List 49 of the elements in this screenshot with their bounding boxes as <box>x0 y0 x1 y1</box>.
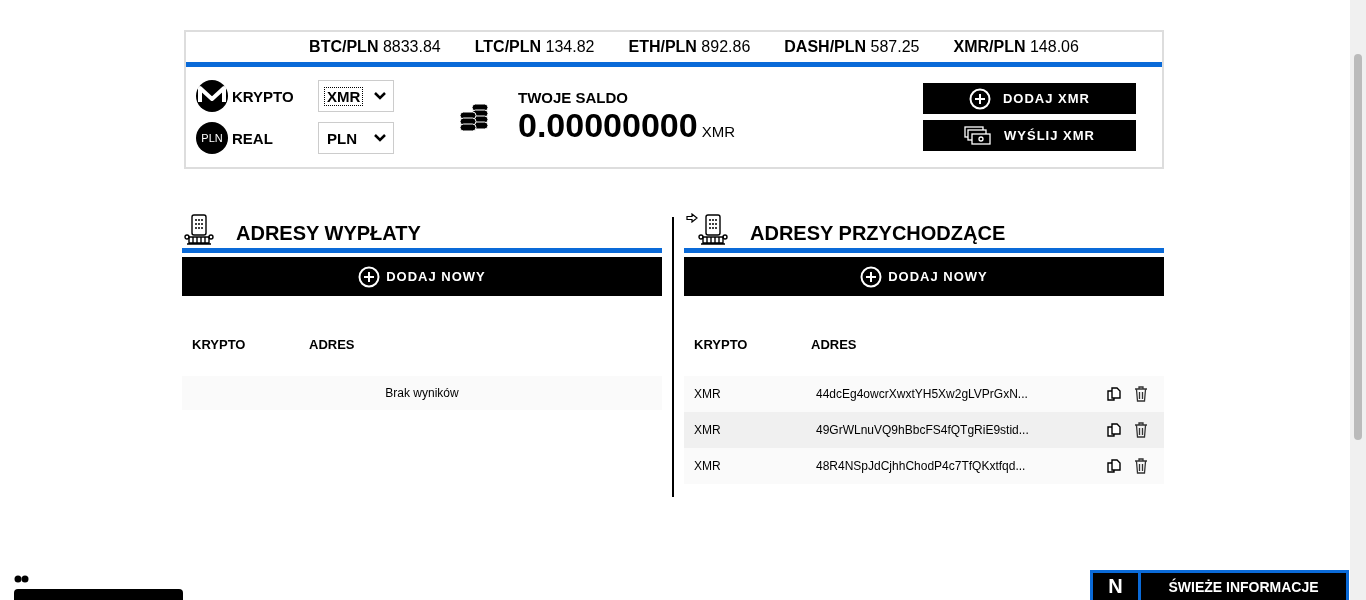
plus-circle-icon <box>860 265 883 288</box>
arrow-building-icon <box>686 213 728 245</box>
price-quote: ETH/PLN 892.86 <box>628 38 751 56</box>
currency-badge: PLN <box>196 122 228 154</box>
price-quote: XMR/PLN 148.06 <box>953 38 1079 56</box>
column-header: ADRES <box>309 336 355 352</box>
column-header: ADRES <box>811 336 857 352</box>
table-cell-text: XMR <box>693 459 722 473</box>
section-title: ADRESY PRZYCHODZĄCE <box>750 222 1006 245</box>
balance-label: TWOJE SALDO <box>518 89 629 106</box>
coin-stack-icon <box>458 102 490 132</box>
table-cell-text: XMR <box>693 423 722 437</box>
currency-dropdown[interactable]: PLN <box>318 122 394 154</box>
banknotes-icon <box>964 125 993 146</box>
add-new-button[interactable]: DODAJ NOWY <box>684 257 1164 296</box>
table-cell-text: 49GrWLnuVQ9hBbcFS4fQTgRiE9stid... <box>816 423 1030 437</box>
trash-icon[interactable] <box>1134 458 1148 474</box>
copy-icon[interactable] <box>1106 422 1122 438</box>
table-cell-text: 48R4NSpJdCjhhChodP4c7TfQKxtfqd... <box>816 459 1027 473</box>
plus-circle-icon <box>358 265 381 288</box>
price-quote: BTC/PLN 8833.84 <box>309 38 441 56</box>
copy-icon[interactable] <box>1106 458 1122 474</box>
coin-logo-icon <box>196 80 228 112</box>
plus-circle-icon <box>969 87 991 110</box>
column-header: KRYPTO <box>693 336 749 352</box>
currency-label: KRYPTO <box>232 87 295 105</box>
currency-dropdown[interactable]: XMR <box>318 80 394 112</box>
dots-icon <box>14 575 30 583</box>
send-funds-button[interactable]: WYŚLIJ XMR <box>923 120 1136 151</box>
section-title: ADRESY WYPŁATY <box>236 222 421 245</box>
add-funds-button[interactable]: DODAJ XMR <box>923 83 1136 114</box>
balance-unit: XMR <box>701 123 735 140</box>
balance-amount: 0.00000000 <box>518 106 698 145</box>
trash-icon[interactable] <box>1134 422 1148 438</box>
price-quote: LTC/PLN 134.82 <box>474 38 595 56</box>
trash-icon[interactable] <box>1134 386 1148 402</box>
building-icon <box>184 213 214 245</box>
scrollbar-thumb[interactable] <box>1354 54 1362 440</box>
table-cell-text: 44dcEg4owcrXwxtYH5Xw2gLVPrGxN... <box>816 387 1029 401</box>
copy-icon[interactable] <box>1106 386 1122 402</box>
empty-message: Brak wyników <box>182 376 662 410</box>
currency-label: REAL <box>232 129 274 147</box>
chevron-down-icon <box>373 133 387 143</box>
column-header: KRYPTO <box>191 336 247 352</box>
add-new-button[interactable]: DODAJ NOWY <box>182 257 662 296</box>
price-quote: DASH/PLN 587.25 <box>784 38 920 56</box>
chevron-down-icon <box>373 91 387 101</box>
scrollbar[interactable] <box>1350 0 1366 600</box>
table-cell-text: XMR <box>693 387 722 401</box>
